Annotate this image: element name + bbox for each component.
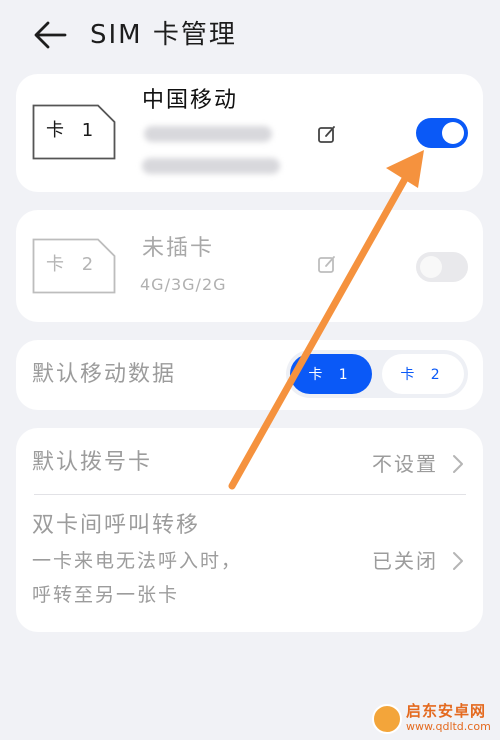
default-data-card: 默认移动数据 卡 1 卡 2 (16, 340, 483, 410)
edit-icon[interactable] (316, 124, 338, 146)
call-forwarding-row[interactable]: 双卡间呼叫转移 一卡来电无法呼入时， 呼转至另一张卡 已关闭 (16, 495, 483, 632)
sim-slot-1-icon: 卡 1 (32, 104, 116, 160)
default-data-option-sim1[interactable]: 卡 1 (290, 354, 372, 394)
sim-card-1: 卡 1 中国移动 (16, 74, 483, 192)
default-data-option-sim2[interactable]: 卡 2 (382, 354, 464, 394)
watermark-logo-icon (372, 704, 402, 734)
back-button[interactable] (30, 18, 70, 52)
sim-slot-2-icon: 卡 2 (32, 238, 116, 294)
sim-1-carrier-name: 中国移动 (142, 88, 239, 113)
sim-2-status: 未插卡 (142, 236, 215, 261)
sim-slot-1-label: 卡 1 (46, 120, 100, 141)
call-settings-card: 默认拨号卡 不设置 双卡间呼叫转移 一卡来电无法呼入时， 呼转至另一张卡 已关闭 (16, 428, 483, 632)
sim-management-screen: SIM 卡管理 卡 1 中国移动 卡 2 未插卡 4G/3G/2G 默认移动数据… (0, 0, 500, 740)
watermark: 启东安卓网 www.qdltd.com (372, 702, 496, 736)
default-call-card-label: 默认拨号卡 (32, 450, 153, 475)
sim-2-network-modes: 4G/3G/2G (140, 275, 227, 294)
call-forwarding-desc-line2: 呼转至另一张卡 (32, 584, 180, 606)
toggle-knob (420, 256, 442, 278)
default-data-selector: 卡 1 卡 2 (286, 350, 468, 398)
chevron-right-icon (453, 552, 463, 570)
sim-card-2: 卡 2 未插卡 4G/3G/2G (16, 210, 483, 322)
watermark-url: www.qdltd.com (406, 720, 491, 733)
call-forwarding-desc-line1: 一卡来电无法呼入时， (32, 550, 243, 572)
sim-1-subinfo-blurred (142, 158, 280, 174)
call-forwarding-title: 双卡间呼叫转移 (32, 513, 201, 538)
header: SIM 卡管理 (0, 0, 500, 70)
sim-1-toggle[interactable] (416, 118, 468, 148)
sim-2-toggle[interactable] (416, 252, 468, 282)
chevron-right-icon (453, 455, 463, 473)
default-data-label: 默认移动数据 (32, 362, 177, 387)
toggle-knob (442, 122, 464, 144)
sim-slot-2-label: 卡 2 (46, 254, 100, 275)
page-title: SIM 卡管理 (90, 20, 237, 50)
default-call-card-row[interactable]: 默认拨号卡 不设置 (16, 428, 483, 494)
call-forwarding-value: 已关闭 (372, 549, 438, 573)
sim-1-number-blurred (144, 126, 272, 142)
watermark-title: 启东安卓网 (406, 702, 487, 720)
default-call-card-value: 不设置 (372, 452, 438, 476)
edit-icon (316, 254, 338, 276)
arrow-left-icon (34, 21, 67, 49)
